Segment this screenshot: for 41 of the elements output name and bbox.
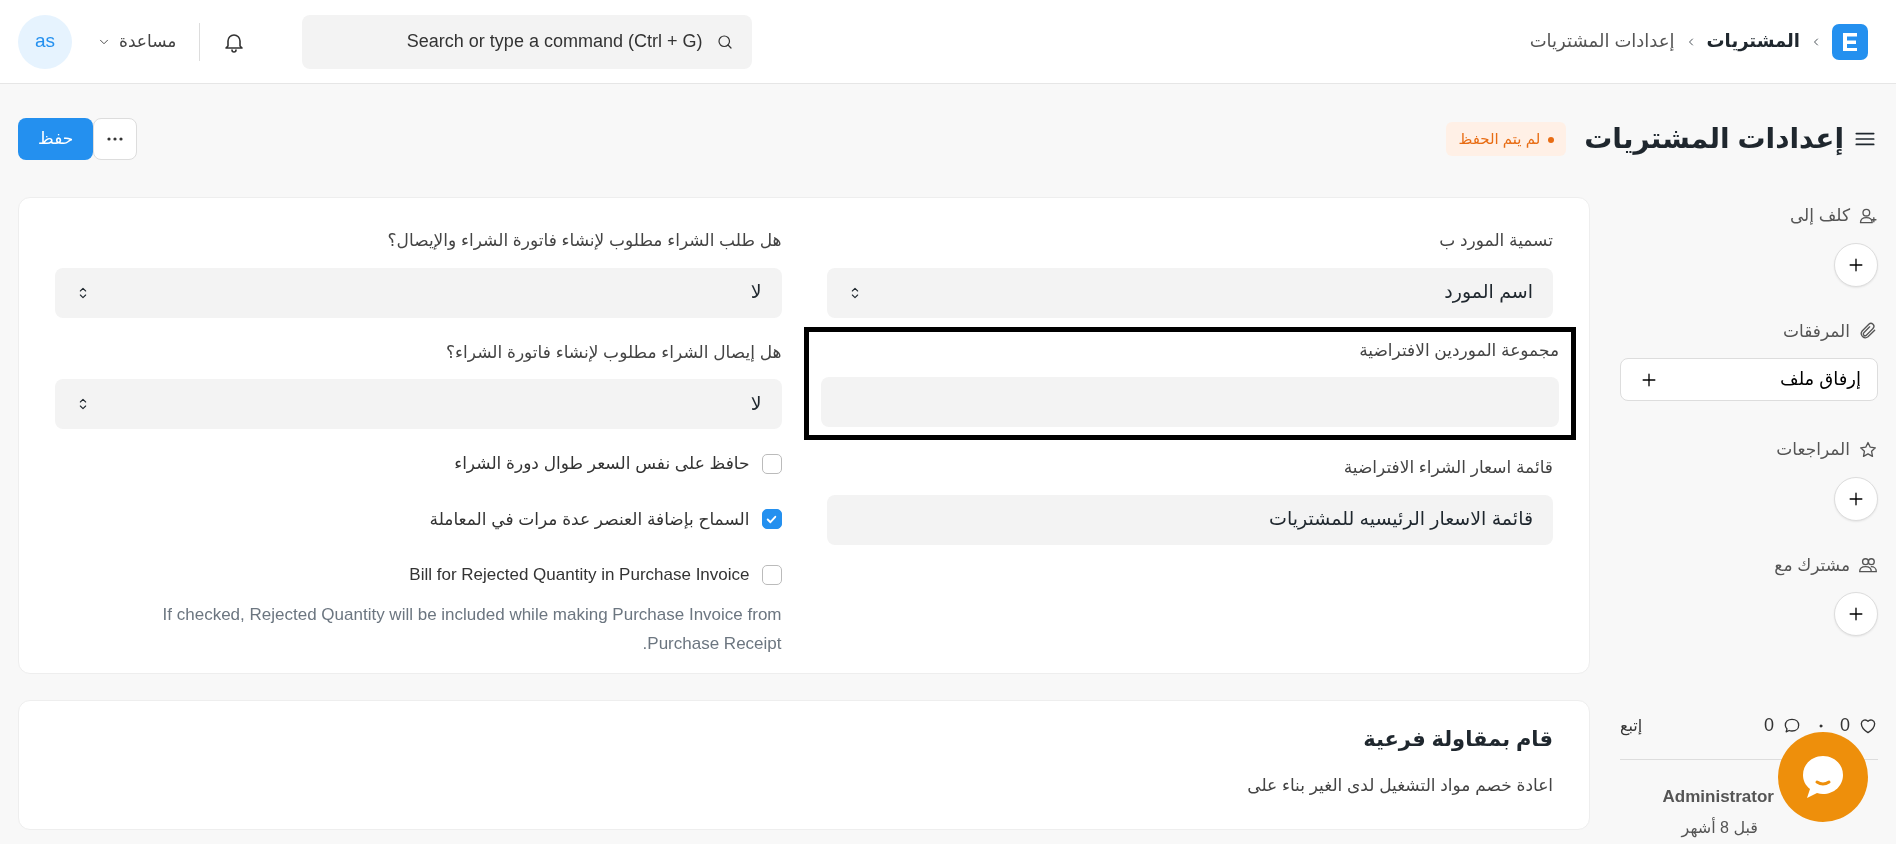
- checkbox-label: حافظ على نفس السعر طوال دورة الشراء: [454, 453, 750, 475]
- search-field[interactable]: Search or type a command (Ctrl + G): [302, 14, 753, 69]
- checkbox[interactable]: [761, 509, 782, 530]
- sidebar-label: كلف إلى: [1789, 205, 1850, 227]
- sidebar-label: المرفقات: [1782, 320, 1850, 343]
- checkbox-label: السماح بإضافة العنصر عدة مرات في المعاملة: [429, 508, 750, 532]
- status-indicator: لم يتم الحفظ: [1446, 121, 1567, 157]
- sidebar-label: المراجعات: [1776, 439, 1850, 461]
- star-icon: [1858, 439, 1878, 460]
- activity-time: قبل 8 أشهر: [1679, 816, 1759, 840]
- help-dropdown[interactable]: مساعدة: [96, 27, 178, 56]
- sidebar-label: مشترك مع: [1774, 554, 1850, 578]
- page-title: إعدادات المشتريات: [1584, 122, 1844, 157]
- field-label: هل إيصال الشراء مطلوب لإنشاء فاتورة الشراء؟: [445, 341, 782, 364]
- checkbox[interactable]: [761, 453, 782, 474]
- select-field[interactable]: اسم المورد: [826, 267, 1553, 318]
- activity-user: Administrator: [1661, 786, 1775, 808]
- field-description: If checked, Rejected Quantity will be included while making Purchase Invoice from Purchase Receipt.: [161, 603, 782, 656]
- checkbox[interactable]: [761, 564, 782, 585]
- field-label: هل طلب الشراء مطلوب لإنشاء فاتورة الشراء والإيصال؟: [386, 230, 782, 252]
- logo-icon[interactable]: [1832, 23, 1868, 60]
- field-label: اعادة خصم مواد التشغيل لدى الغير بناء على: [1246, 774, 1553, 797]
- comment-count: 0: [1763, 714, 1774, 737]
- checkbox-label: Bill for Rejected Quantity in Purchase Invoice: [409, 564, 750, 586]
- add-button[interactable]: [1834, 242, 1878, 287]
- separator-dot: [1818, 722, 1824, 729]
- attach-file-button[interactable]: إرفاق ملف: [1620, 358, 1878, 401]
- add-button[interactable]: [1834, 592, 1878, 636]
- add-button[interactable]: [1834, 476, 1878, 521]
- more-icon: [107, 137, 124, 141]
- select-field[interactable]: لا: [55, 379, 782, 429]
- breadcrumb-link[interactable]: إعدادات المشتريات: [1529, 28, 1675, 55]
- follow-link[interactable]: إتبع: [1620, 713, 1643, 738]
- input-field[interactable]: قائمة الاسعار الرئيسيه للمشتريات: [826, 494, 1553, 545]
- select-field[interactable]: لا: [55, 267, 782, 318]
- section-title: قام بمقاولة فرعية: [1362, 726, 1553, 753]
- field-label: تسمية المورد ب: [1438, 230, 1553, 252]
- like-count: 0: [1840, 714, 1850, 737]
- field-label: مجموعة الموردين الافتراضية: [1358, 339, 1559, 362]
- field-label: قائمة اسعار الشراء الافتراضية: [1342, 457, 1553, 479]
- breadcrumb-link[interactable]: المشتريات: [1706, 28, 1800, 55]
